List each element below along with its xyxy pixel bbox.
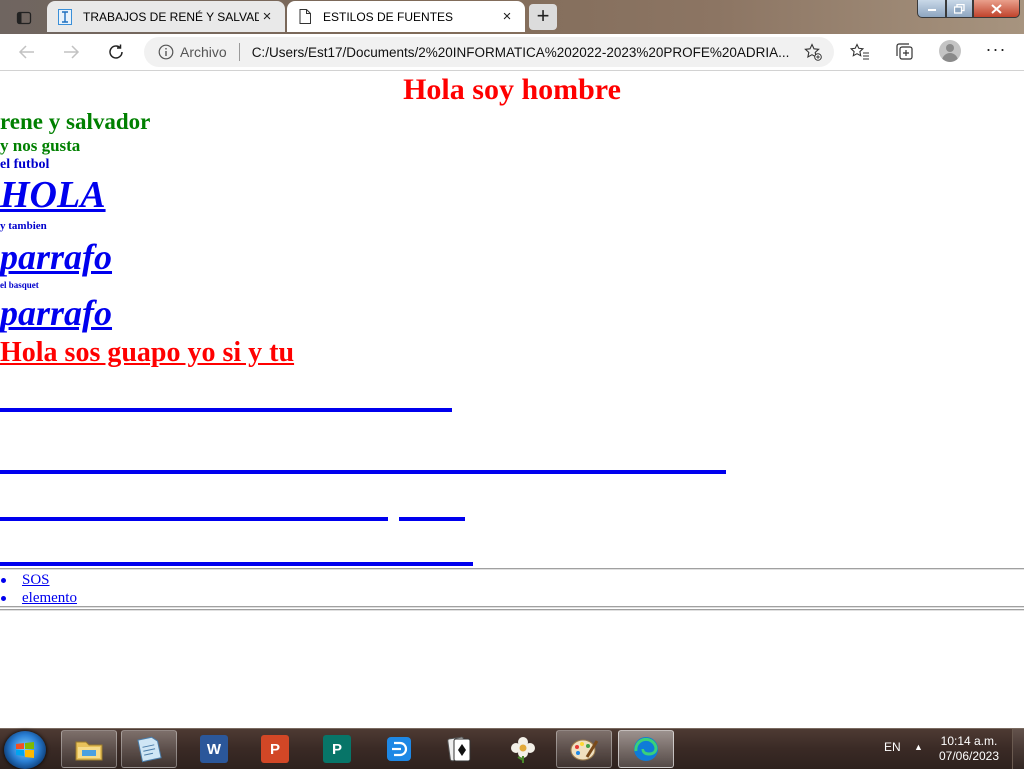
favorites-icon[interactable] xyxy=(849,41,871,63)
collections-icon[interactable] xyxy=(894,41,916,63)
tab-title: ESTILOS DE FUENTES xyxy=(323,9,454,24)
powerpoint-icon[interactable]: P xyxy=(247,730,303,768)
heading-futbol: el futbol xyxy=(0,157,50,172)
close-icon[interactable]: × xyxy=(499,8,515,25)
heading-nos-gusta: y nos gusta xyxy=(0,136,81,155)
minimize-button[interactable] xyxy=(917,0,946,18)
heading-rene-salvador: rene y salvador xyxy=(0,109,151,134)
underline-link[interactable] xyxy=(0,562,473,566)
tab-estilos-de-fuentes[interactable]: ESTILOS DE FUENTES × xyxy=(287,1,525,32)
horizontal-rule xyxy=(0,568,1024,570)
flower-icon[interactable] xyxy=(495,730,551,768)
avatar-head-icon xyxy=(946,44,954,52)
parrafo-link[interactable]: parrafo xyxy=(0,239,112,275)
page-icon xyxy=(297,9,313,25)
clock-date: 07/06/2023 xyxy=(938,749,1000,763)
underline-link[interactable] xyxy=(0,408,452,412)
profile-avatar[interactable] xyxy=(939,40,961,62)
avatar-body-icon xyxy=(942,53,958,62)
solitaire-icon[interactable] xyxy=(431,730,487,768)
url-text[interactable]: C:/Users/Est17/Documents/2%20INFORMATICA… xyxy=(252,45,790,60)
list-item-link[interactable]: elemento xyxy=(0,589,77,607)
browser-toolbar: Archivo C:/Users/Est17/Documents/2%20INF… xyxy=(0,34,1024,71)
tab-title: TRABAJOS DE RENÉ Y SALVADOR xyxy=(83,9,259,24)
text-cursor-icon xyxy=(57,8,73,25)
horizontal-rule xyxy=(0,606,1024,608)
notepad-icon[interactable] xyxy=(121,730,177,768)
heading-tambien: y tambien xyxy=(0,220,47,232)
security-label: Archivo xyxy=(180,44,227,60)
underline-link[interactable] xyxy=(399,517,465,521)
page-content: Hola soy hombre rene y salvador y nos gu… xyxy=(0,71,1024,728)
camera-icon[interactable] xyxy=(371,730,427,768)
browser-tab-bar: TRABAJOS DE RENÉ Y SALVADOR × ESTILOS DE… xyxy=(0,0,1024,34)
word-icon[interactable]: W xyxy=(186,730,242,768)
show-desktop-button[interactable] xyxy=(1012,729,1024,769)
edge-icon[interactable] xyxy=(618,730,674,768)
parrafo-link[interactable]: parrafo xyxy=(0,295,112,331)
restore-button[interactable] xyxy=(946,0,973,18)
hola-link[interactable]: HOLA xyxy=(0,176,106,214)
more-menu-button[interactable]: ··· xyxy=(984,40,1008,62)
forward-arrow-icon[interactable] xyxy=(58,39,84,65)
language-indicator[interactable]: EN xyxy=(884,740,901,754)
new-tab-button[interactable]: + xyxy=(529,4,557,30)
close-icon[interactable]: × xyxy=(259,8,275,25)
system-clock[interactable]: 10:14 a.m. 07/06/2023 xyxy=(936,734,1002,764)
refresh-icon[interactable] xyxy=(103,39,129,65)
address-bar[interactable]: Archivo C:/Users/Est17/Documents/2%20INF… xyxy=(144,37,834,67)
back-arrow-icon[interactable] xyxy=(14,39,40,65)
windows-logo-icon xyxy=(16,742,34,758)
window-close-button[interactable] xyxy=(973,0,1020,18)
start-button[interactable] xyxy=(4,731,46,769)
add-favorite-icon[interactable] xyxy=(804,43,822,61)
heading-basquet: el basquet xyxy=(0,280,39,290)
publisher-icon[interactable]: P xyxy=(309,730,365,768)
clock-time: 10:14 a.m. xyxy=(940,734,998,748)
tray-arrow-icon[interactable]: ▲ xyxy=(914,742,923,752)
guapo-heading-link[interactable]: Hola sos guapo yo si y tu xyxy=(0,339,294,367)
horizontal-rule xyxy=(0,609,1024,611)
link-list: SOS elemento xyxy=(0,571,77,607)
address-divider xyxy=(238,43,240,61)
windows-taskbar: W P P EN ▲ 10:14 a.m. 07/06/2023 xyxy=(0,728,1024,769)
paint-icon[interactable] xyxy=(556,730,612,768)
page-heading: Hola soy hombre xyxy=(403,73,621,106)
underline-link[interactable] xyxy=(0,517,388,521)
list-item-link[interactable]: SOS xyxy=(0,571,77,589)
tab-trabajos[interactable]: TRABAJOS DE RENÉ Y SALVADOR × xyxy=(47,1,285,32)
info-icon[interactable] xyxy=(158,44,174,60)
file-explorer-icon[interactable] xyxy=(61,730,117,768)
underline-link[interactable] xyxy=(0,470,726,474)
tab-actions-icon[interactable] xyxy=(8,7,40,29)
